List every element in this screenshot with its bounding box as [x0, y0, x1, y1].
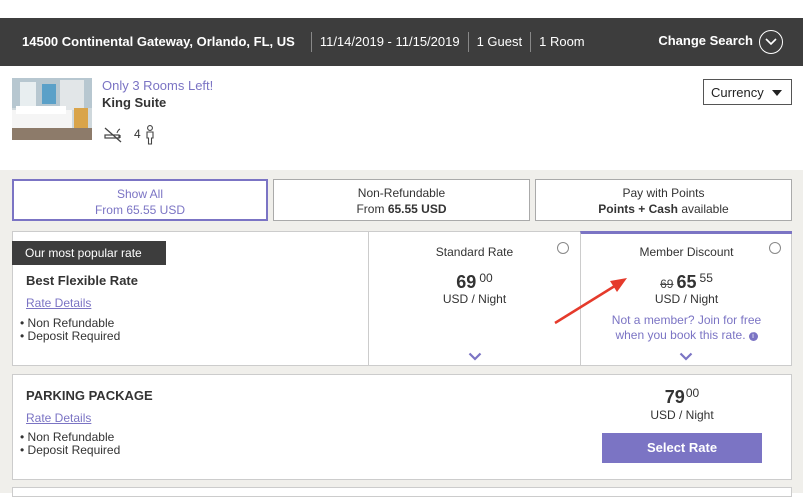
annotation-arrow-icon — [554, 278, 627, 325]
